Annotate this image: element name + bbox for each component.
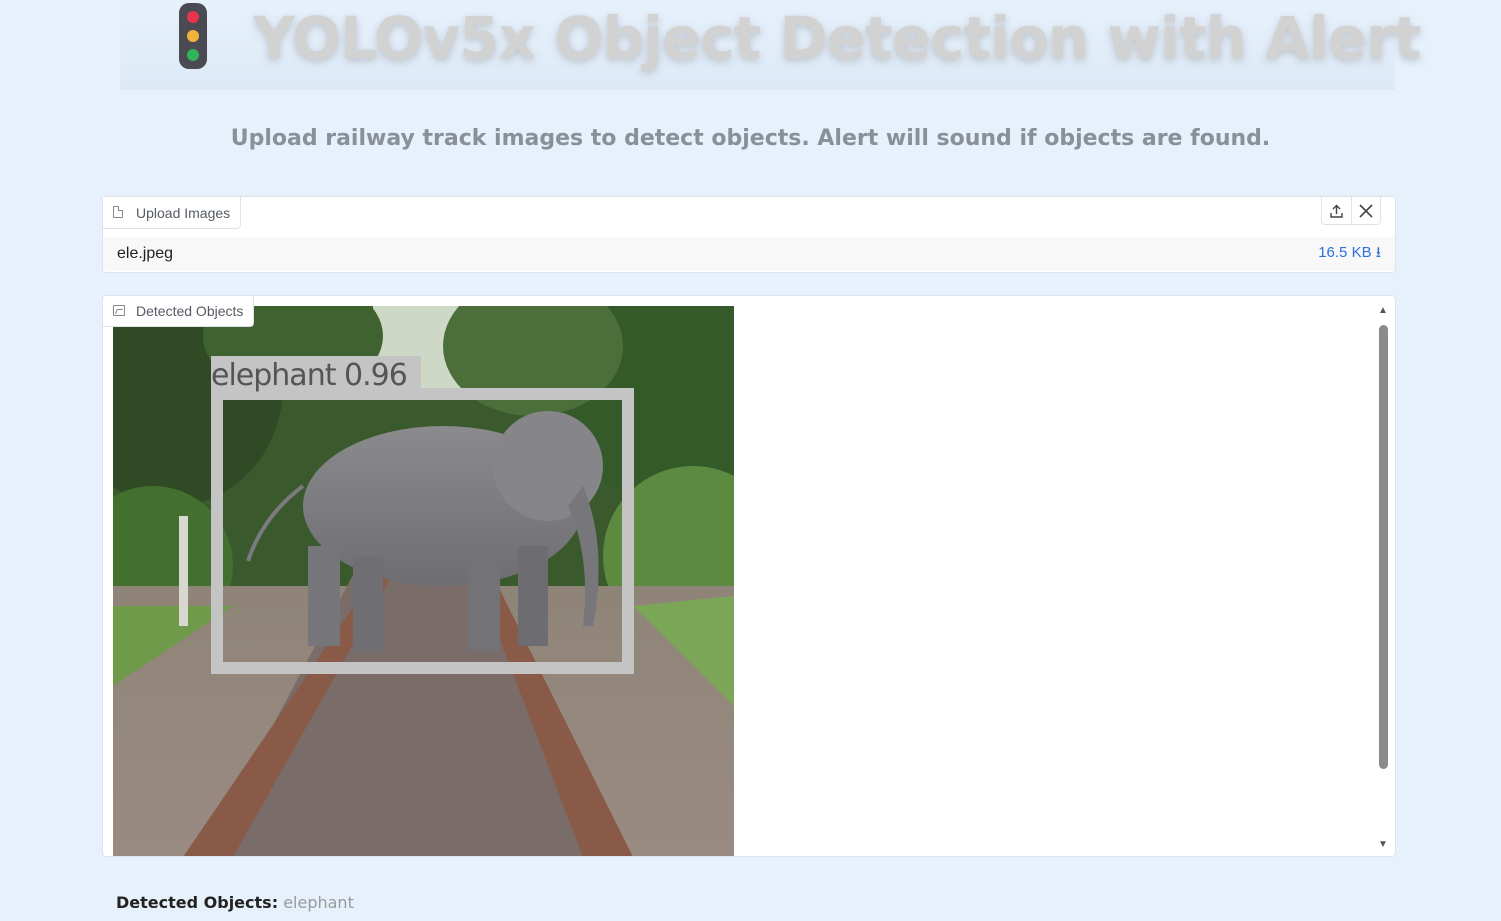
page-title: YOLOv5x Object Detection with Alert <box>253 4 1422 72</box>
upload-panel: Upload Images ele.jpeg 16.5 KB ⭳ <box>102 196 1396 273</box>
traffic-light-icon <box>179 3 207 69</box>
file-size-download-link[interactable]: 16.5 KB ⭳ <box>1318 242 1381 267</box>
file-row: ele.jpeg 16.5 KB ⭳ <box>103 237 1395 271</box>
upload-icon[interactable] <box>1322 197 1351 225</box>
yellow-lamp <box>187 29 199 42</box>
scroll-up-icon[interactable]: ▲ <box>1376 304 1390 316</box>
result-line: Detected Objects: elephant <box>116 893 354 912</box>
result-label: Detected Objects: <box>116 893 279 912</box>
scroll-thumb[interactable] <box>1379 325 1388 769</box>
detection-output-panel: Detected Objects elephant 0.96 ▲ ▼ <box>102 295 1396 857</box>
output-label: Detected Objects <box>136 303 244 319</box>
vertical-scrollbar[interactable]: ▲ ▼ <box>1376 304 1390 850</box>
output-tab: Detected Objects <box>103 296 255 327</box>
page-subtitle: Upload railway track images to detect ob… <box>230 126 1271 151</box>
upload-tab: Upload Images <box>103 197 242 229</box>
image-icon <box>113 304 125 318</box>
file-icon <box>113 206 124 219</box>
file-name: ele.jpeg <box>117 245 174 262</box>
scroll-down-icon[interactable]: ▼ <box>1376 838 1390 850</box>
upload-actions <box>1321 197 1381 225</box>
red-lamp <box>187 10 199 23</box>
green-lamp <box>187 49 199 62</box>
detection-image <box>113 306 734 856</box>
close-icon[interactable] <box>1351 197 1380 225</box>
result-value: elephant <box>283 893 354 912</box>
upload-label: Upload Images <box>136 204 231 221</box>
detection-label: elephant 0.96 <box>211 358 408 393</box>
